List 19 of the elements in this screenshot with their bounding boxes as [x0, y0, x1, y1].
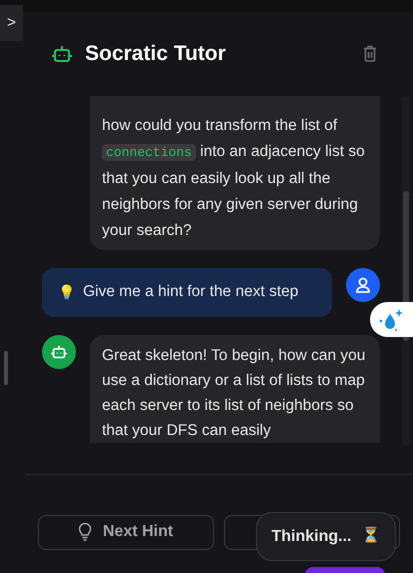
sidebar-toggle[interactable]: >: [0, 5, 23, 41]
message-text: Great skeleton! To begin, how can you use a dictionary or a list of lists to map each server to its list of neighbors so that your DFS can easily: [102, 346, 366, 440]
scroll-marker: [4, 350, 8, 384]
scrollbar[interactable]: [402, 96, 410, 446]
next-hint-button[interactable]: Next Hint: [38, 514, 214, 550]
app-title: Socratic Tutor: [85, 41, 226, 67]
user-icon: [356, 276, 370, 292]
robot-icon: [52, 44, 72, 63]
lightbulb-icon: 💡: [58, 282, 75, 302]
hourglass-icon: ⏳: [362, 525, 380, 548]
droplet-sparkle-icon: [378, 308, 404, 332]
message-text: Give me a hint for the next step: [83, 282, 298, 302]
lightbulb-icon: [78, 523, 91, 541]
delete-icon[interactable]: [363, 45, 377, 62]
tooltip: Thinking... ⏳: [256, 512, 396, 561]
robot-icon: [51, 344, 67, 358]
floating-widget[interactable]: [370, 302, 413, 337]
inline-code: connections: [102, 144, 196, 160]
message-text: how could you transform the list of connections into an adjacency list so that you can easily look up all the neighbors for any given server during your search?: [102, 116, 366, 240]
